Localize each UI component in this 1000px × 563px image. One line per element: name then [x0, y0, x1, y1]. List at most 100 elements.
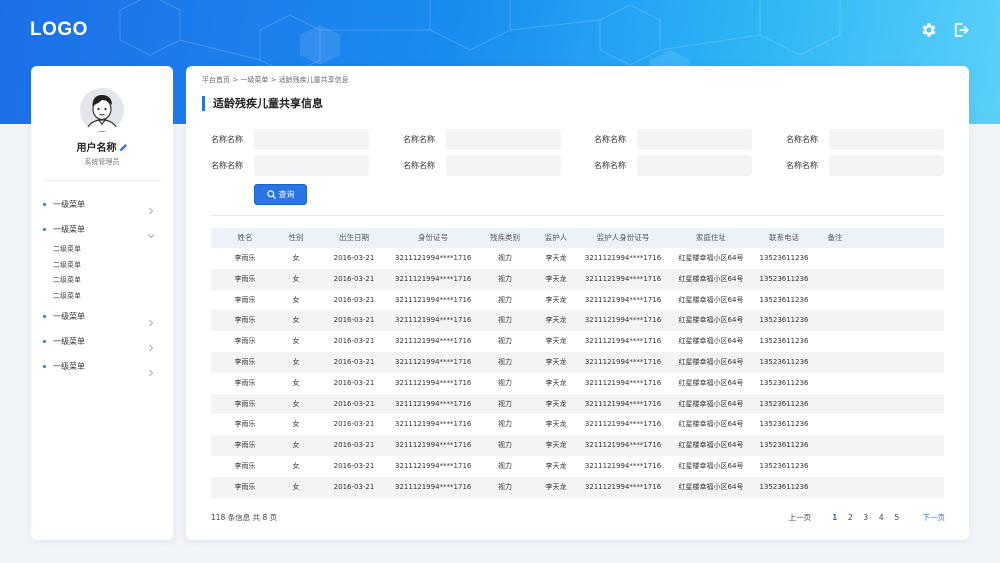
table-header-cell[interactable]: 姓名	[211, 228, 279, 248]
chevron-right-icon	[147, 200, 155, 215]
page-button-5[interactable]: 5	[889, 513, 905, 522]
table-cell: 李雨乐	[234, 399, 256, 408]
sidebar-submenu-item-2[interactable]: 二级菜单	[31, 258, 173, 274]
prev-page-button[interactable]: 上一页	[789, 512, 812, 523]
table-cell: 视力	[498, 441, 512, 450]
sidebar-menu-item-1[interactable]: 一级菜单	[31, 192, 173, 217]
table-row[interactable]: 李雨乐 女 2016-03-21 3211121994****1716 视力 李天龙 321…	[211, 373, 944, 394]
filter-input-8[interactable]	[829, 155, 944, 176]
table-row[interactable]: 李雨乐 女 2016-03-21 3211121994****1716 视力 李天龙 321…	[211, 476, 944, 498]
breadcrumb-menu[interactable]: 一级菜单	[240, 76, 268, 84]
filter-label: 名称名称	[211, 161, 243, 170]
table-row[interactable]: 李雨乐 女 2016-03-21 3211121994****1716 视力 李天龙 321…	[211, 331, 944, 352]
menu-label: 一级菜单	[53, 362, 85, 371]
sidebar-submenu-item-4[interactable]: 二级菜单	[31, 289, 173, 305]
sidebar-submenu-item-3[interactable]: 二级菜单	[31, 273, 173, 289]
next-page-button[interactable]: 下一页	[923, 512, 946, 523]
filter-input-1[interactable]	[254, 129, 369, 150]
table-cell: 3211121994****1716	[584, 337, 662, 346]
table-header-cell[interactable]: 监护人身份证号	[573, 228, 673, 248]
table-cell	[819, 352, 851, 373]
table-cell: 女	[292, 399, 300, 408]
table-cell: 视力	[498, 337, 512, 346]
edit-icon[interactable]	[119, 143, 128, 152]
table-cell: 3211121994****1716	[395, 378, 471, 387]
table-cell: 女	[292, 461, 300, 470]
logo: LOGO	[30, 19, 88, 40]
table-cell: 女	[292, 441, 300, 450]
table-cell: 李雨乐	[234, 441, 256, 450]
data-table: 姓名 性别 出生日期 身份证号 残疾类别 监护人 监护人身份证号 家庭住址 联系…	[211, 228, 944, 498]
table-row[interactable]: 李雨乐 女 2016-03-21 3211121994****1716 视力 李天龙 321…	[211, 290, 944, 311]
table-cell: 13523611236	[759, 399, 809, 408]
content-divider	[211, 215, 944, 216]
table-row[interactable]: 李雨乐 女 2016-03-21 3211121994****1716 视力 李天龙 321…	[211, 414, 944, 435]
table-row[interactable]: 李雨乐 女 2016-03-21 3211121994****1716 视力 李天龙 321…	[211, 393, 944, 415]
table-header-cell[interactable]: 家庭住址	[673, 228, 749, 248]
avatar[interactable]	[80, 88, 124, 132]
filter-input-4[interactable]	[829, 129, 944, 150]
sidebar-menu-item-5[interactable]: 一级菜单	[31, 354, 173, 379]
table-header-cell[interactable]: 备注	[819, 228, 851, 248]
table-row[interactable]: 李雨乐 女 2016-03-21 3211121994****1716 视力 李天龙 321…	[211, 268, 944, 290]
bullet-icon	[43, 228, 46, 231]
table-header-cell[interactable]: 残疾类别	[471, 228, 539, 248]
table-header-cell[interactable]: 联系电话	[749, 228, 819, 248]
menu-label: 一级菜单	[53, 312, 85, 321]
table-cell: 2016-03-21	[333, 461, 375, 470]
filter-field-6: 名称名称	[403, 155, 561, 176]
bullet-icon	[43, 340, 46, 343]
table-cell	[819, 310, 851, 331]
page-button-4[interactable]: 4	[874, 513, 890, 522]
page-button-2[interactable]: 2	[843, 513, 859, 522]
table-row[interactable]: 李雨乐 女 2016-03-21 3211121994****1716 视力 李天龙 321…	[211, 351, 944, 373]
table-cell: 视力	[498, 295, 512, 304]
sidebar-menu-item-2[interactable]: 一级菜单	[31, 217, 173, 242]
sidebar-submenu-item-1[interactable]: 二级菜单	[31, 242, 173, 258]
filter-input-6[interactable]	[446, 155, 561, 176]
table-row[interactable]: 李雨乐 女 2016-03-21 3211121994****1716 视力 李天龙 321…	[211, 456, 944, 477]
filter-input-3[interactable]	[637, 129, 752, 150]
bullet-icon	[43, 365, 46, 368]
table-row[interactable]: 李雨乐 女 2016-03-21 3211121994****1716 视力 李天龙 321…	[211, 435, 944, 456]
table-cell: 2016-03-21	[333, 274, 375, 283]
table-cell: 视力	[498, 482, 512, 491]
page-button-1[interactable]: 1	[827, 513, 843, 522]
breadcrumb-home[interactable]: 平台首页	[202, 76, 230, 84]
table-header-cell[interactable]: 出生日期	[313, 228, 395, 248]
table-header-cell[interactable]: 身份证号	[395, 228, 471, 248]
table-cell: 3211121994****1716	[584, 441, 662, 450]
filter-label: 名称名称	[786, 135, 818, 144]
query-button[interactable]: 查询	[254, 184, 307, 205]
breadcrumb-current: 适龄残疾儿童共享信息	[278, 76, 349, 84]
pagination: 上一页 1 2 3 4 5 下一页	[789, 512, 946, 523]
table-cell	[819, 456, 851, 477]
filter-field-7: 名称名称	[594, 155, 752, 176]
table-cell: 红星楼幸福小区64号	[678, 399, 744, 408]
filter-field-5: 名称名称	[211, 155, 369, 176]
filter-label: 名称名称	[403, 161, 435, 170]
table-cell: 3211121994****1716	[395, 399, 471, 408]
table-cell: 3211121994****1716	[395, 420, 471, 429]
page-button-3[interactable]: 3	[858, 513, 874, 522]
filter-input-2[interactable]	[446, 129, 561, 150]
table-cell: 视力	[498, 461, 512, 470]
table-header-cell[interactable]: 性别	[279, 228, 313, 248]
table-cell: 2016-03-21	[333, 441, 375, 450]
filter-field-3: 名称名称	[594, 129, 752, 150]
logout-icon[interactable]	[952, 21, 970, 39]
filter-label: 名称名称	[594, 135, 626, 144]
breadcrumb-separator: >	[270, 76, 277, 84]
sidebar-menu-item-4[interactable]: 一级菜单	[31, 329, 173, 354]
sidebar-menu-item-3[interactable]: 一级菜单	[31, 304, 173, 329]
table-row[interactable]: 李雨乐 女 2016-03-21 3211121994****1716 视力 李天龙 321…	[211, 248, 944, 269]
filter-input-7[interactable]	[637, 155, 752, 176]
table-row[interactable]: 李雨乐 女 2016-03-21 3211121994****1716 视力 李天龙 321…	[211, 310, 944, 332]
table-cell	[819, 414, 851, 435]
table-cell	[819, 373, 851, 394]
gear-icon[interactable]	[920, 21, 938, 39]
filter-input-5[interactable]	[254, 155, 369, 176]
table-header-cell[interactable]: 监护人	[539, 228, 573, 248]
table-header: 姓名 性别 出生日期 身份证号 残疾类别 监护人 监护人身份证号 家庭住址 联系…	[211, 228, 944, 248]
filter-field-2: 名称名称	[403, 129, 561, 150]
